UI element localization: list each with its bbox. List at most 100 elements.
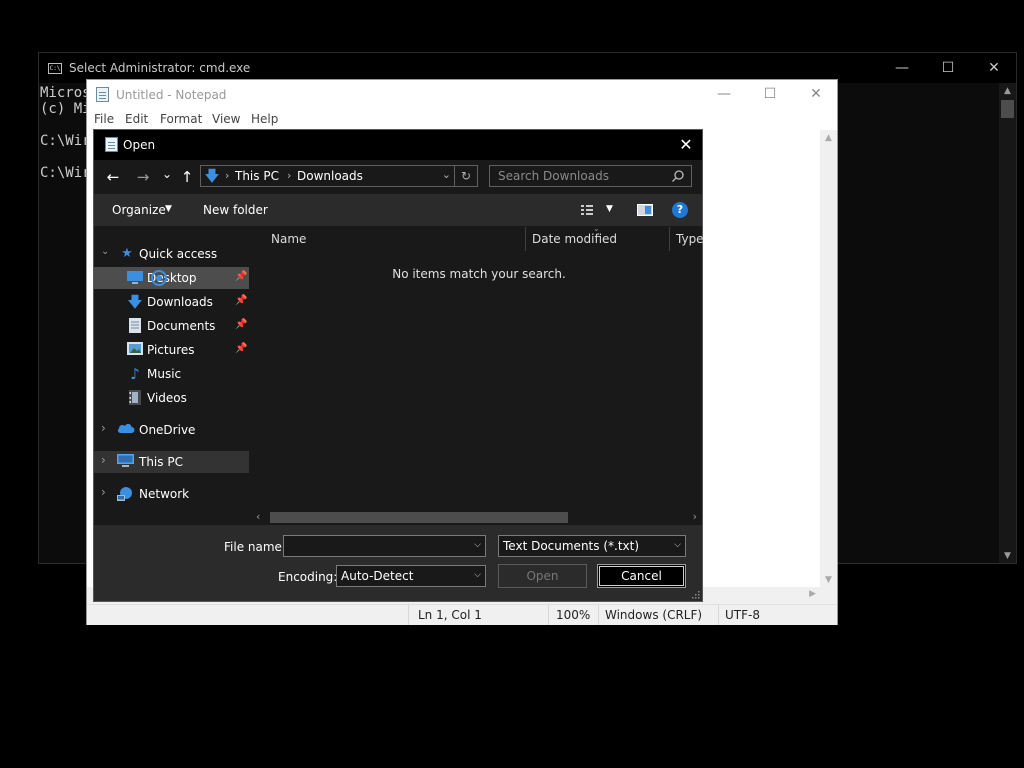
star-icon: ★ (121, 246, 133, 261)
tree-item-desktop[interactable]: Desktop 📌 (94, 267, 249, 289)
notepad-vertical-scrollbar[interactable]: ▲ ▼ (820, 130, 837, 587)
up-arrow-icon[interactable]: ↑ (177, 166, 197, 188)
dialog-bottom-panel: File name: ⌵ Text Documents (*.txt) ⌵ En… (94, 525, 702, 601)
collapsed-chevron-icon[interactable]: › (101, 421, 106, 435)
menu-view[interactable]: View (212, 112, 240, 126)
notepad-close-button[interactable]: ✕ (793, 80, 839, 110)
change-view-icon[interactable] (581, 204, 597, 216)
notepad-app-icon (105, 137, 118, 152)
column-header-name[interactable]: Name (271, 226, 521, 252)
cmd-maximize-button[interactable]: ☐ (925, 53, 971, 83)
cmd-title: Select Administrator: cmd.exe (69, 61, 251, 75)
notepad-minimize-button[interactable]: — (701, 80, 747, 110)
file-name-combobox[interactable]: ⌵ (283, 535, 486, 557)
tree-label: Quick access (139, 247, 218, 261)
menu-file[interactable]: File (94, 112, 114, 126)
cmd-console-output[interactable]: Micros (c) Mi C:\Wir C:\Wir (40, 85, 91, 181)
file-list-horizontal-scrollbar[interactable]: ‹ › (251, 509, 702, 525)
notepad-titlebar[interactable]: Untitled - Notepad — ☐ ✕ (87, 80, 837, 110)
search-box[interactable] (489, 165, 692, 187)
collapsed-chevron-icon[interactable]: › (101, 453, 106, 467)
cmd-minimize-button[interactable]: — (879, 53, 925, 83)
breadcrumb-downloads[interactable]: Downloads (297, 169, 363, 183)
column-header-date-modified[interactable]: Date modified (532, 226, 667, 252)
cmd-close-button[interactable]: ✕ (971, 53, 1017, 83)
tree-item-pictures[interactable]: Pictures 📌 (94, 339, 249, 361)
cmd-scroll-thumb[interactable] (1001, 100, 1014, 118)
pin-icon[interactable]: 📌 (235, 343, 247, 354)
dialog-titlebar[interactable]: Open ✕ (94, 130, 702, 160)
search-icon[interactable] (671, 169, 685, 183)
status-zoom: 100% (556, 608, 591, 622)
tree-item-onedrive[interactable]: › OneDrive (94, 419, 249, 441)
search-input[interactable] (490, 166, 668, 186)
tree-item-videos[interactable]: Videos (94, 387, 249, 409)
breadcrumb-chevron-icon[interactable]: › (287, 169, 291, 182)
preview-pane-icon[interactable] (637, 204, 653, 216)
forward-arrow-icon[interactable]: → (133, 166, 153, 188)
tree-item-network[interactable]: › Network (94, 483, 249, 505)
back-arrow-icon[interactable]: ← (103, 166, 123, 188)
notepad-status-bar: Ln 1, Col 1 100% Windows (CRLF) UTF-8 (87, 604, 837, 625)
menu-format[interactable]: Format (160, 112, 202, 126)
pin-icon[interactable]: 📌 (235, 319, 247, 330)
tree-item-downloads[interactable]: 🡇 Downloads 📌 (94, 291, 249, 313)
breadcrumb-chevron-icon[interactable]: › (225, 169, 229, 182)
scrollbar-thumb[interactable] (270, 512, 568, 523)
status-divider (548, 605, 549, 625)
column-divider[interactable] (525, 227, 526, 251)
desktop-icon (127, 270, 143, 286)
address-bar[interactable]: 🡇 › This PC › Downloads ⌄ ↻ (200, 165, 478, 187)
view-dropdown-icon[interactable]: ▼ (606, 204, 613, 214)
cmd-app-icon: C:\ (48, 63, 62, 74)
tree-item-quick-access[interactable]: ⌄ ★ Quick access (94, 243, 249, 265)
encoding-select[interactable]: Auto-Detect ⌵ (336, 565, 486, 587)
dialog-title: Open (123, 138, 156, 152)
tree-item-documents[interactable]: Documents 📌 (94, 315, 249, 337)
column-header-type[interactable]: Type (676, 226, 704, 252)
column-divider[interactable] (669, 227, 670, 251)
tree-item-this-pc[interactable]: › This PC (94, 451, 249, 473)
menu-edit[interactable]: Edit (125, 112, 148, 126)
scroll-left-icon[interactable]: ‹ (256, 510, 260, 523)
open-button[interactable]: Open (498, 564, 587, 588)
refresh-icon[interactable]: ↻ (454, 166, 477, 186)
column-header-label: Name (271, 232, 307, 246)
network-icon (117, 486, 133, 502)
chevron-down-icon[interactable]: ⌵ (674, 540, 681, 550)
scroll-up-icon[interactable]: ▲ (820, 133, 837, 143)
chevron-down-icon[interactable]: ⌵ (474, 540, 481, 550)
scroll-down-icon[interactable]: ▼ (999, 551, 1016, 561)
notepad-maximize-button[interactable]: ☐ (747, 80, 793, 110)
organize-button[interactable]: Organize (112, 203, 166, 217)
file-name-input[interactable] (284, 536, 472, 556)
pin-icon[interactable]: 📌 (235, 295, 247, 306)
help-icon[interactable]: ? (672, 202, 688, 218)
menu-help[interactable]: Help (251, 112, 278, 126)
scroll-up-icon[interactable]: ▲ (999, 86, 1016, 96)
cancel-button[interactable]: Cancel (597, 564, 686, 588)
recent-locations-chevron-icon[interactable]: ⌄ (157, 163, 177, 185)
dialog-close-button[interactable]: ✕ (670, 130, 702, 160)
scroll-right-icon[interactable]: ▶ (809, 589, 816, 599)
resize-grip-icon[interactable] (690, 589, 700, 599)
file-type-select[interactable]: Text Documents (*.txt) ⌵ (498, 535, 686, 557)
chevron-down-icon[interactable]: ⌵ (474, 570, 481, 580)
tree-item-music[interactable]: ♪ Music (94, 363, 249, 385)
notepad-app-icon (96, 87, 109, 102)
new-folder-button[interactable]: New folder (203, 203, 268, 217)
breadcrumb-this-pc[interactable]: This PC (235, 169, 279, 183)
file-type-value: Text Documents (*.txt) (503, 539, 640, 553)
scroll-right-icon[interactable]: › (693, 510, 697, 523)
expanded-chevron-icon[interactable]: ⌄ (101, 246, 109, 257)
scroll-down-icon[interactable]: ▼ (820, 575, 837, 585)
address-dropdown-icon[interactable]: ⌄ (442, 168, 451, 181)
tree-label: Documents (147, 319, 216, 333)
status-divider (408, 605, 409, 625)
pin-icon[interactable]: 📌 (235, 271, 247, 282)
tree-label: This PC (139, 455, 183, 469)
collapsed-chevron-icon[interactable]: › (101, 485, 106, 499)
organize-dropdown-icon[interactable]: ▼ (165, 204, 172, 214)
file-list-pane[interactable]: Name ⌄ Date modified Type No items match… (251, 224, 704, 525)
cmd-scrollbar[interactable]: ▲ ▼ (999, 83, 1016, 563)
